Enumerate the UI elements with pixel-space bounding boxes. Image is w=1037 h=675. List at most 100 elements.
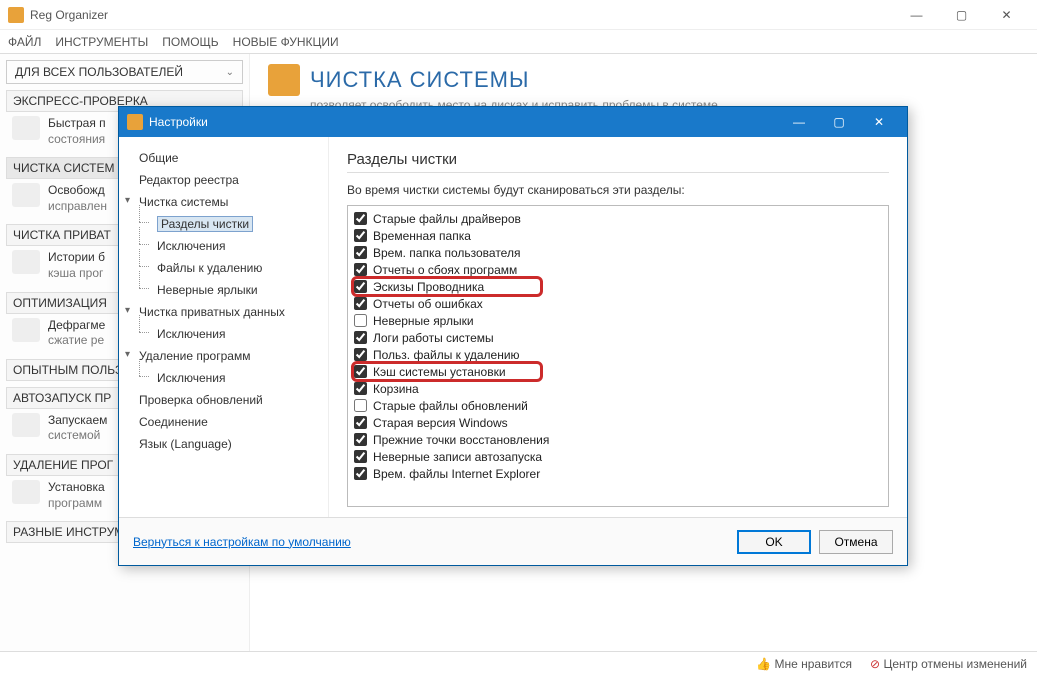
check-row[interactable]: Старые файлы обновлений [354,397,882,414]
tree-item-label: Соединение [139,415,208,429]
app-icon [8,7,24,23]
check-row[interactable]: Логи работы системы [354,329,882,346]
check-row[interactable]: Временная папка [354,227,882,244]
check-label: Логи работы системы [373,331,494,345]
check-row[interactable]: Неверные ярлыки [354,312,882,329]
check-row[interactable]: Старая версия Windows [354,414,882,431]
check-box[interactable] [354,382,367,395]
page-title: ЧИСТКА СИСТЕМЫ [310,67,529,93]
check-box[interactable] [354,348,367,361]
check-row[interactable]: Польз. файлы к удалению [354,346,882,363]
tree-item[interactable]: Исключения [125,235,322,257]
check-box[interactable] [354,331,367,344]
sidebar-item-sub: кэша прог [48,266,105,282]
tree-item-label: Исключения [157,239,226,253]
tree-item[interactable]: Разделы чистки [125,213,322,235]
check-row[interactable]: Эскизы Проводника [354,278,882,295]
tree-item-label: Удаление программ [139,349,250,363]
check-row[interactable]: Врем. файлы Internet Explorer [354,465,882,482]
check-box[interactable] [354,416,367,429]
dialog-maximize-button[interactable]: ▢ [819,107,859,137]
menu-new[interactable]: НОВЫЕ ФУНКЦИИ [233,35,339,49]
tree-item[interactable]: Проверка обновлений [125,389,322,411]
tree-item-label: Проверка обновлений [139,393,263,407]
sidebar-item-icon [12,480,40,504]
check-row[interactable]: Отчеты об ошибках [354,295,882,312]
sidebar-item-icon [12,116,40,140]
window-title: Reg Organizer [30,8,108,22]
check-box[interactable] [354,263,367,276]
minimize-button[interactable]: — [894,0,939,30]
check-label: Временная папка [373,229,471,243]
check-box[interactable] [354,314,367,327]
tree-item[interactable]: Чистка системы [125,191,322,213]
dialog-title: Настройки [149,115,208,129]
check-label: Старая версия Windows [373,416,508,430]
chevron-down-icon: ⌄ [226,67,234,78]
check-box[interactable] [354,280,367,293]
settings-tree[interactable]: Общие Редактор реестра Чистка системыРазде… [119,137,329,517]
like-button[interactable]: Мне нравится [756,657,852,671]
tree-item[interactable]: Язык (Language) [125,433,322,455]
close-button[interactable]: ✕ [984,0,1029,30]
check-label: Эскизы Проводника [373,280,484,294]
check-box[interactable] [354,365,367,378]
check-label: Неверные ярлыки [373,314,474,328]
check-box[interactable] [354,450,367,463]
tree-item[interactable]: Общие [125,147,322,169]
ok-button[interactable]: OK [737,530,811,554]
check-row[interactable]: Отчеты о сбоях программ [354,261,882,278]
tree-item[interactable]: Исключения [125,367,322,389]
check-label: Врем. папка пользователя [373,246,520,260]
maximize-button[interactable]: ▢ [939,0,984,30]
check-row[interactable]: Старые файлы драйверов [354,210,882,227]
check-label: Врем. файлы Internet Explorer [373,467,540,481]
check-label: Старые файлы обновлений [373,399,528,413]
check-box[interactable] [354,297,367,310]
sidebar-item-title: Дефрагме [48,318,105,334]
check-row[interactable]: Кэш системы установки [354,363,882,380]
sidebar-item-sub: состояния [48,132,106,148]
check-box[interactable] [354,399,367,412]
check-label: Старые файлы драйверов [373,212,521,226]
sidebar-item-sub: программ [48,496,105,512]
menu-help[interactable]: ПОМОЩЬ [162,35,218,49]
check-box[interactable] [354,212,367,225]
check-label: Отчеты об ошибках [373,297,483,311]
check-row[interactable]: Врем. папка пользователя [354,244,882,261]
dialog-close-button[interactable]: ✕ [859,107,899,137]
check-row[interactable]: Корзина [354,380,882,397]
tree-item-label: Редактор реестра [139,173,239,187]
sidebar-item-icon [12,413,40,437]
settings-content: Разделы чистки Во время чистки системы б… [329,137,907,517]
main-menu: ФАЙЛ ИНСТРУМЕНТЫ ПОМОЩЬ НОВЫЕ ФУНКЦИИ [0,30,1037,54]
sidebar-item-title: Быстрая п [48,116,106,132]
check-row[interactable]: Неверные записи автозапуска [354,448,882,465]
menu-tools[interactable]: ИНСТРУМЕНТЫ [55,35,148,49]
check-box[interactable] [354,467,367,480]
reset-defaults-link[interactable]: Вернуться к настройкам по умолчанию [133,535,351,549]
cleanup-sections-list[interactable]: Старые файлы драйверов Временная папка Вре… [347,205,889,507]
check-row[interactable]: Прежние точки восстановления [354,431,882,448]
check-box[interactable] [354,229,367,242]
undo-center[interactable]: Центр отмены изменений [870,657,1027,671]
tree-item[interactable]: Редактор реестра [125,169,322,191]
check-box[interactable] [354,433,367,446]
tree-item[interactable]: Соединение [125,411,322,433]
cancel-button[interactable]: Отмена [819,530,893,554]
check-label: Корзина [373,382,419,396]
tree-item[interactable]: Неверные ярлыки [125,279,322,301]
user-selector[interactable]: ДЛЯ ВСЕХ ПОЛЬЗОВАТЕЛЕЙ ⌄ [6,60,243,84]
tree-item[interactable]: Чистка приватных данных [125,301,322,323]
check-label: Прежние точки восстановления [373,433,549,447]
sidebar-item-icon [12,183,40,207]
tree-item[interactable]: Удаление программ [125,345,322,367]
main-titlebar: Reg Organizer — ▢ ✕ [0,0,1037,30]
tree-item[interactable]: Исключения [125,323,322,345]
check-box[interactable] [354,246,367,259]
tree-item[interactable]: Файлы к удалению [125,257,322,279]
dialog-minimize-button[interactable]: — [779,107,819,137]
menu-file[interactable]: ФАЙЛ [8,35,41,49]
dialog-icon [127,114,143,130]
tree-item-label: Файлы к удалению [157,261,262,275]
